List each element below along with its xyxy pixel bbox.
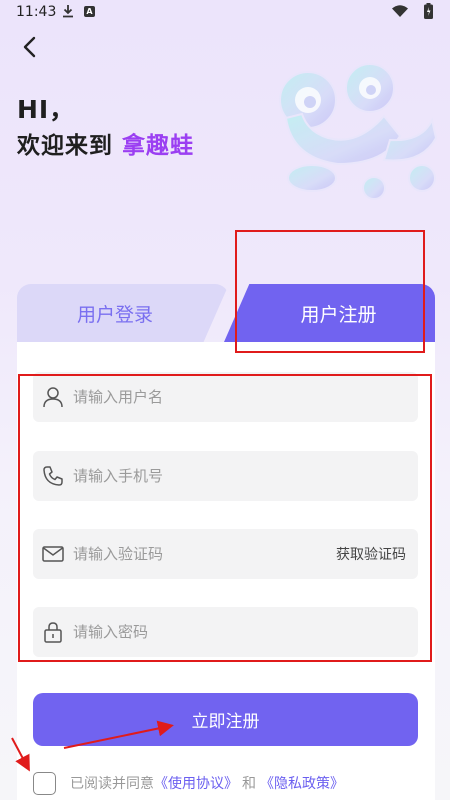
greeting-text: HI，: [17, 95, 76, 124]
terms-of-use-link[interactable]: 《使用协议》: [154, 773, 238, 793]
welcome-text: 欢迎来到 拿趣蛙: [17, 126, 194, 160]
username-field: [33, 372, 418, 422]
lock-icon: [44, 622, 62, 643]
tab-user-register[interactable]: 用户注册: [224, 284, 435, 342]
status-time: 11:43: [16, 4, 57, 20]
frog-mascot-icon: [279, 63, 438, 200]
wifi-icon: [392, 5, 408, 17]
welcome-prefix: 欢迎来到: [17, 133, 123, 159]
user-icon: [43, 387, 63, 408]
phone-input[interactable]: [73, 467, 418, 485]
get-code-button[interactable]: 获取验证码: [336, 544, 406, 564]
phone-field: [33, 451, 418, 501]
app-notification-icon: A: [84, 6, 95, 17]
phone-icon: [43, 466, 63, 486]
password-field: [33, 607, 418, 657]
register-submit-button[interactable]: 立即注册: [33, 693, 418, 746]
agreement-row: 已阅读并同意 《使用协议》 和 《隐私政策》: [33, 770, 344, 796]
username-input[interactable]: [73, 388, 418, 406]
envelope-icon: [42, 546, 64, 562]
download-icon: [63, 5, 73, 18]
verification-code-input[interactable]: [73, 545, 336, 563]
privacy-policy-link[interactable]: 《隐私政策》: [260, 773, 344, 793]
agreement-prefix: 已阅读并同意: [70, 776, 154, 792]
brand-name: 拿趣蛙: [122, 133, 195, 159]
agreement-checkbox[interactable]: [33, 771, 56, 795]
back-arrow-icon[interactable]: [18, 34, 44, 60]
battery-icon: [424, 3, 433, 19]
password-input[interactable]: [73, 623, 418, 641]
tab-user-login[interactable]: 用户登录: [17, 284, 229, 342]
agreement-and: 和: [242, 776, 256, 792]
status-bar: 11:43 A: [0, 0, 450, 26]
verification-code-field: 获取验证码: [33, 529, 418, 579]
